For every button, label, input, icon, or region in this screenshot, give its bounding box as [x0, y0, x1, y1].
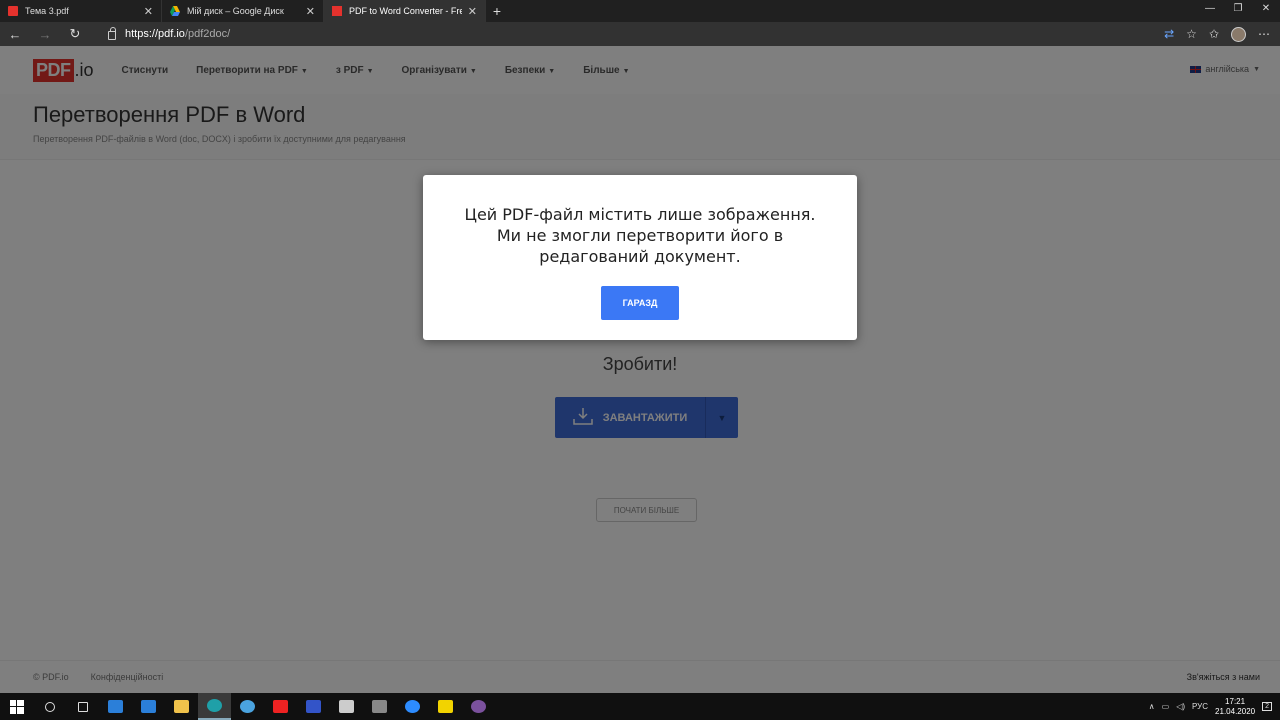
- network-icon[interactable]: ▭: [1162, 702, 1170, 711]
- pdf-file-icon: [8, 6, 18, 16]
- back-icon[interactable]: ←: [0, 27, 30, 42]
- close-icon[interactable]: ✕: [468, 5, 477, 18]
- window-controls: — ❐ ✕: [1196, 0, 1280, 22]
- tab-label: Мій диск – Google Диск: [187, 6, 284, 16]
- taskbar-apps: [33, 693, 495, 720]
- translate-icon[interactable]: ⇄: [1164, 27, 1174, 41]
- mail-client-icon[interactable]: [231, 693, 264, 720]
- url-host: https://pdf.io: [125, 28, 185, 40]
- keyboard-language[interactable]: РУС: [1192, 702, 1208, 711]
- error-dialog: Цей PDF-файл містить лише зображення. Ми…: [423, 175, 857, 340]
- tray-expand-icon[interactable]: ∧: [1149, 702, 1155, 711]
- app-a-icon[interactable]: [297, 693, 330, 720]
- volume-icon[interactable]: ◁): [1176, 702, 1185, 711]
- file-explorer-icon[interactable]: [165, 693, 198, 720]
- restore-icon[interactable]: ❐: [1224, 0, 1252, 22]
- notifications-icon[interactable]: 2: [1262, 702, 1272, 711]
- tab-google-drive[interactable]: Мій диск – Google Диск ✕: [162, 0, 324, 22]
- word-tiles-icon[interactable]: [132, 693, 165, 720]
- acrobat-icon[interactable]: [264, 693, 297, 720]
- zoom-icon[interactable]: [396, 693, 429, 720]
- task-view-icon[interactable]: [66, 693, 99, 720]
- clock-time: 17:21: [1225, 696, 1246, 706]
- tab-pdf-to-word[interactable]: PDF to Word Converter - Free O ✕: [324, 0, 486, 22]
- close-window-icon[interactable]: ✕: [1252, 0, 1280, 22]
- tab-bar: Тема 3.pdf ✕ Мій диск – Google Диск ✕ PD…: [0, 0, 1280, 22]
- favorites-icon[interactable]: ✩: [1209, 27, 1219, 41]
- tab-label: PDF to Word Converter - Free O: [349, 6, 462, 16]
- pdfio-icon: [332, 6, 342, 16]
- tab-tema-pdf[interactable]: Тема 3.pdf ✕: [0, 0, 162, 22]
- more-menu-icon[interactable]: ⋯: [1258, 27, 1270, 41]
- dialog-message: Цей PDF-файл містить лише зображення. Ми…: [464, 205, 816, 266]
- inkscape-icon[interactable]: [330, 693, 363, 720]
- forward-icon[interactable]: →: [30, 27, 60, 42]
- close-icon[interactable]: ✕: [144, 5, 153, 18]
- address-bar: ← → ↻ https://pdf.io/pdf2doc/ ⇄ ☆ ✩ ⋯: [0, 22, 1280, 46]
- ok-button[interactable]: ГАРАЗД: [601, 286, 679, 320]
- clock-date: 21.04.2020: [1215, 706, 1256, 716]
- clock[interactable]: 17:21 21.04.2020: [1215, 697, 1255, 717]
- spider-icon[interactable]: [363, 693, 396, 720]
- tab-label: Тема 3.pdf: [25, 6, 69, 16]
- sticky-notes-icon[interactable]: [429, 693, 462, 720]
- taskbar: ∧ ▭ ◁) РУС 17:21 21.04.2020 2: [0, 693, 1280, 720]
- minimize-icon[interactable]: —: [1196, 0, 1224, 22]
- viber-icon[interactable]: [462, 693, 495, 720]
- google-drive-icon: [170, 6, 180, 16]
- url-path: /pdf2doc/: [184, 28, 231, 40]
- modal-backdrop[interactable]: [0, 46, 1280, 693]
- start-button[interactable]: [0, 693, 33, 720]
- mail-icon[interactable]: [99, 693, 132, 720]
- lock-icon: [108, 26, 116, 40]
- web-page: PDF.io Стиснути Перетворити на PDF▼ з PD…: [0, 46, 1280, 693]
- favorite-star-icon[interactable]: ☆: [1186, 27, 1197, 41]
- edge-icon[interactable]: [198, 693, 231, 720]
- new-tab-icon[interactable]: +: [486, 3, 508, 19]
- address-bar-actions: ⇄ ☆ ✩ ⋯: [1164, 22, 1270, 46]
- search-icon[interactable]: [33, 693, 66, 720]
- profile-avatar[interactable]: [1231, 26, 1246, 42]
- url-field[interactable]: https://pdf.io/pdf2doc/: [100, 24, 1120, 44]
- close-icon[interactable]: ✕: [306, 5, 315, 18]
- refresh-icon[interactable]: ↻: [60, 26, 90, 42]
- system-tray: ∧ ▭ ◁) РУС 17:21 21.04.2020 2: [1149, 693, 1280, 720]
